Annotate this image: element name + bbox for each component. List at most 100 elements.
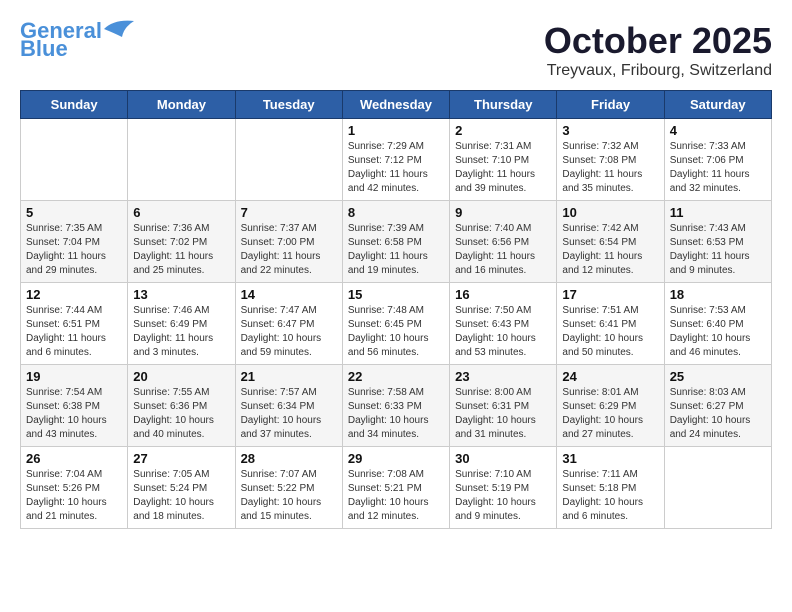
calendar-cell: 24 Sunrise: 8:01 AM Sunset: 6:29 PM Dayli… bbox=[557, 365, 664, 447]
day-number: 23 bbox=[455, 369, 551, 384]
day-info: Sunrise: 7:11 AM Sunset: 5:18 PM Dayligh… bbox=[562, 468, 658, 524]
day-info: Sunrise: 7:32 AM Sunset: 7:08 PM Dayligh… bbox=[562, 140, 658, 196]
day-number: 13 bbox=[133, 287, 229, 302]
day-info: Sunrise: 7:04 AM Sunset: 5:26 PM Dayligh… bbox=[26, 468, 122, 524]
calendar-cell: 11Sunrise: 7:43 AM Sunset: 6:53 PM Dayli… bbox=[664, 201, 771, 283]
day-info: Sunrise: 7:07 AM Sunset: 5:22 PM Dayligh… bbox=[241, 468, 337, 524]
weekday-header-tuesday: Tuesday bbox=[235, 91, 342, 119]
day-number: 31 bbox=[562, 451, 658, 466]
calendar-cell: 8Sunrise: 7:39 AM Sunset: 6:58 PM Daylig… bbox=[342, 201, 449, 283]
calendar-week-1: 1Sunrise: 7:29 AM Sunset: 7:12 PM Daylig… bbox=[21, 119, 772, 201]
calendar-cell: 7Sunrise: 7:37 AM Sunset: 7:00 PM Daylig… bbox=[235, 201, 342, 283]
calendar-cell: 21Sunrise: 7:57 AM Sunset: 6:34 PM Dayli… bbox=[235, 365, 342, 447]
calendar-cell: 22 Sunrise: 7:58 AM Sunset: 6:33 PM Dayli… bbox=[342, 365, 449, 447]
calendar-cell: 5Sunrise: 7:35 AM Sunset: 7:04 PM Daylig… bbox=[21, 201, 128, 283]
calendar-cell bbox=[128, 119, 235, 201]
day-info: Sunrise: 7:48 AM Sunset: 6:45 PM Dayligh… bbox=[348, 304, 444, 360]
day-number: 29 bbox=[348, 451, 444, 466]
calendar-cell: 4 Sunrise: 7:33 AM Sunset: 7:06 PM Daylig… bbox=[664, 119, 771, 201]
calendar-cell: 19 Sunrise: 7:54 AM Sunset: 6:38 PM Dayli… bbox=[21, 365, 128, 447]
day-info: Sunrise: 7:50 AM Sunset: 6:43 PM Dayligh… bbox=[455, 304, 551, 360]
day-number: 6 bbox=[133, 205, 229, 220]
logo-wing-icon bbox=[104, 19, 134, 39]
day-info: Sunrise: 8:00 AM Sunset: 6:31 PM Dayligh… bbox=[455, 386, 551, 442]
day-info: Sunrise: 7:05 AM Sunset: 5:24 PM Dayligh… bbox=[133, 468, 229, 524]
day-number: 5 bbox=[26, 205, 122, 220]
calendar-cell: 12Sunrise: 7:44 AM Sunset: 6:51 PM Dayli… bbox=[21, 283, 128, 365]
title-block: October 2025 Treyvaux, Fribourg, Switzer… bbox=[544, 20, 772, 80]
calendar-cell: 30Sunrise: 7:10 AM Sunset: 5:19 PM Dayli… bbox=[450, 447, 557, 529]
calendar-cell: 20 Sunrise: 7:55 AM Sunset: 6:36 PM Dayli… bbox=[128, 365, 235, 447]
calendar-cell: 10 Sunrise: 7:42 AM Sunset: 6:54 PM Dayli… bbox=[557, 201, 664, 283]
calendar-table: SundayMondayTuesdayWednesdayThursdayFrid… bbox=[20, 90, 772, 529]
calendar-cell: 14 Sunrise: 7:47 AM Sunset: 6:47 PM Dayli… bbox=[235, 283, 342, 365]
day-number: 3 bbox=[562, 123, 658, 138]
calendar-cell: 18 Sunrise: 7:53 AM Sunset: 6:40 PM Dayli… bbox=[664, 283, 771, 365]
day-info: Sunrise: 7:46 AM Sunset: 6:49 PM Dayligh… bbox=[133, 304, 229, 360]
day-info: Sunrise: 7:58 AM Sunset: 6:33 PM Dayligh… bbox=[348, 386, 444, 442]
day-info: Sunrise: 7:33 AM Sunset: 7:06 PM Dayligh… bbox=[670, 140, 766, 196]
day-info: Sunrise: 7:55 AM Sunset: 6:36 PM Dayligh… bbox=[133, 386, 229, 442]
day-info: Sunrise: 7:53 AM Sunset: 6:40 PM Dayligh… bbox=[670, 304, 766, 360]
calendar-cell: 16 Sunrise: 7:50 AM Sunset: 6:43 PM Dayli… bbox=[450, 283, 557, 365]
day-info: Sunrise: 7:08 AM Sunset: 5:21 PM Dayligh… bbox=[348, 468, 444, 524]
day-info: Sunrise: 7:57 AM Sunset: 6:34 PM Dayligh… bbox=[241, 386, 337, 442]
day-info: Sunrise: 7:40 AM Sunset: 6:56 PM Dayligh… bbox=[455, 222, 551, 278]
calendar-cell: 23 Sunrise: 8:00 AM Sunset: 6:31 PM Dayli… bbox=[450, 365, 557, 447]
day-number: 1 bbox=[348, 123, 444, 138]
calendar-cell: 13 Sunrise: 7:46 AM Sunset: 6:49 PM Dayli… bbox=[128, 283, 235, 365]
calendar-cell bbox=[664, 447, 771, 529]
day-info: Sunrise: 7:31 AM Sunset: 7:10 PM Dayligh… bbox=[455, 140, 551, 196]
calendar-cell: 6 Sunrise: 7:36 AM Sunset: 7:02 PM Daylig… bbox=[128, 201, 235, 283]
day-number: 24 bbox=[562, 369, 658, 384]
day-number: 28 bbox=[241, 451, 337, 466]
day-info: Sunrise: 7:36 AM Sunset: 7:02 PM Dayligh… bbox=[133, 222, 229, 278]
day-number: 10 bbox=[562, 205, 658, 220]
day-number: 7 bbox=[241, 205, 337, 220]
calendar-week-4: 19 Sunrise: 7:54 AM Sunset: 6:38 PM Dayli… bbox=[21, 365, 772, 447]
logo: General Blue bbox=[20, 20, 134, 60]
day-info: Sunrise: 8:01 AM Sunset: 6:29 PM Dayligh… bbox=[562, 386, 658, 442]
day-number: 8 bbox=[348, 205, 444, 220]
day-info: Sunrise: 7:54 AM Sunset: 6:38 PM Dayligh… bbox=[26, 386, 122, 442]
day-number: 9 bbox=[455, 205, 551, 220]
day-number: 17 bbox=[562, 287, 658, 302]
calendar-cell: 17Sunrise: 7:51 AM Sunset: 6:41 PM Dayli… bbox=[557, 283, 664, 365]
calendar-cell: 3 Sunrise: 7:32 AM Sunset: 7:08 PM Daylig… bbox=[557, 119, 664, 201]
day-number: 26 bbox=[26, 451, 122, 466]
day-info: Sunrise: 7:47 AM Sunset: 6:47 PM Dayligh… bbox=[241, 304, 337, 360]
calendar-week-3: 12Sunrise: 7:44 AM Sunset: 6:51 PM Dayli… bbox=[21, 283, 772, 365]
calendar-cell: 25Sunrise: 8:03 AM Sunset: 6:27 PM Dayli… bbox=[664, 365, 771, 447]
calendar-cell: 29 Sunrise: 7:08 AM Sunset: 5:21 PM Dayli… bbox=[342, 447, 449, 529]
month-title: October 2025 bbox=[544, 20, 772, 62]
weekday-header-wednesday: Wednesday bbox=[342, 91, 449, 119]
day-number: 18 bbox=[670, 287, 766, 302]
calendar-cell: 26 Sunrise: 7:04 AM Sunset: 5:26 PM Dayli… bbox=[21, 447, 128, 529]
day-info: Sunrise: 7:42 AM Sunset: 6:54 PM Dayligh… bbox=[562, 222, 658, 278]
calendar-cell: 15 Sunrise: 7:48 AM Sunset: 6:45 PM Dayli… bbox=[342, 283, 449, 365]
day-number: 15 bbox=[348, 287, 444, 302]
weekday-header-saturday: Saturday bbox=[664, 91, 771, 119]
calendar-cell bbox=[235, 119, 342, 201]
day-number: 30 bbox=[455, 451, 551, 466]
day-number: 20 bbox=[133, 369, 229, 384]
calendar-cell: 27Sunrise: 7:05 AM Sunset: 5:24 PM Dayli… bbox=[128, 447, 235, 529]
day-number: 2 bbox=[455, 123, 551, 138]
page-header: General Blue October 2025 Treyvaux, Frib… bbox=[20, 20, 772, 80]
weekday-header-friday: Friday bbox=[557, 91, 664, 119]
calendar-cell: 31 Sunrise: 7:11 AM Sunset: 5:18 PM Dayli… bbox=[557, 447, 664, 529]
weekday-header-monday: Monday bbox=[128, 91, 235, 119]
day-number: 22 bbox=[348, 369, 444, 384]
calendar-week-2: 5Sunrise: 7:35 AM Sunset: 7:04 PM Daylig… bbox=[21, 201, 772, 283]
calendar-cell bbox=[21, 119, 128, 201]
day-number: 4 bbox=[670, 123, 766, 138]
calendar-cell: 2 Sunrise: 7:31 AM Sunset: 7:10 PM Daylig… bbox=[450, 119, 557, 201]
location-subtitle: Treyvaux, Fribourg, Switzerland bbox=[544, 62, 772, 80]
calendar-cell: 9 Sunrise: 7:40 AM Sunset: 6:56 PM Daylig… bbox=[450, 201, 557, 283]
day-number: 19 bbox=[26, 369, 122, 384]
day-number: 14 bbox=[241, 287, 337, 302]
calendar-cell: 1Sunrise: 7:29 AM Sunset: 7:12 PM Daylig… bbox=[342, 119, 449, 201]
weekday-header-thursday: Thursday bbox=[450, 91, 557, 119]
day-info: Sunrise: 8:03 AM Sunset: 6:27 PM Dayligh… bbox=[670, 386, 766, 442]
day-number: 16 bbox=[455, 287, 551, 302]
